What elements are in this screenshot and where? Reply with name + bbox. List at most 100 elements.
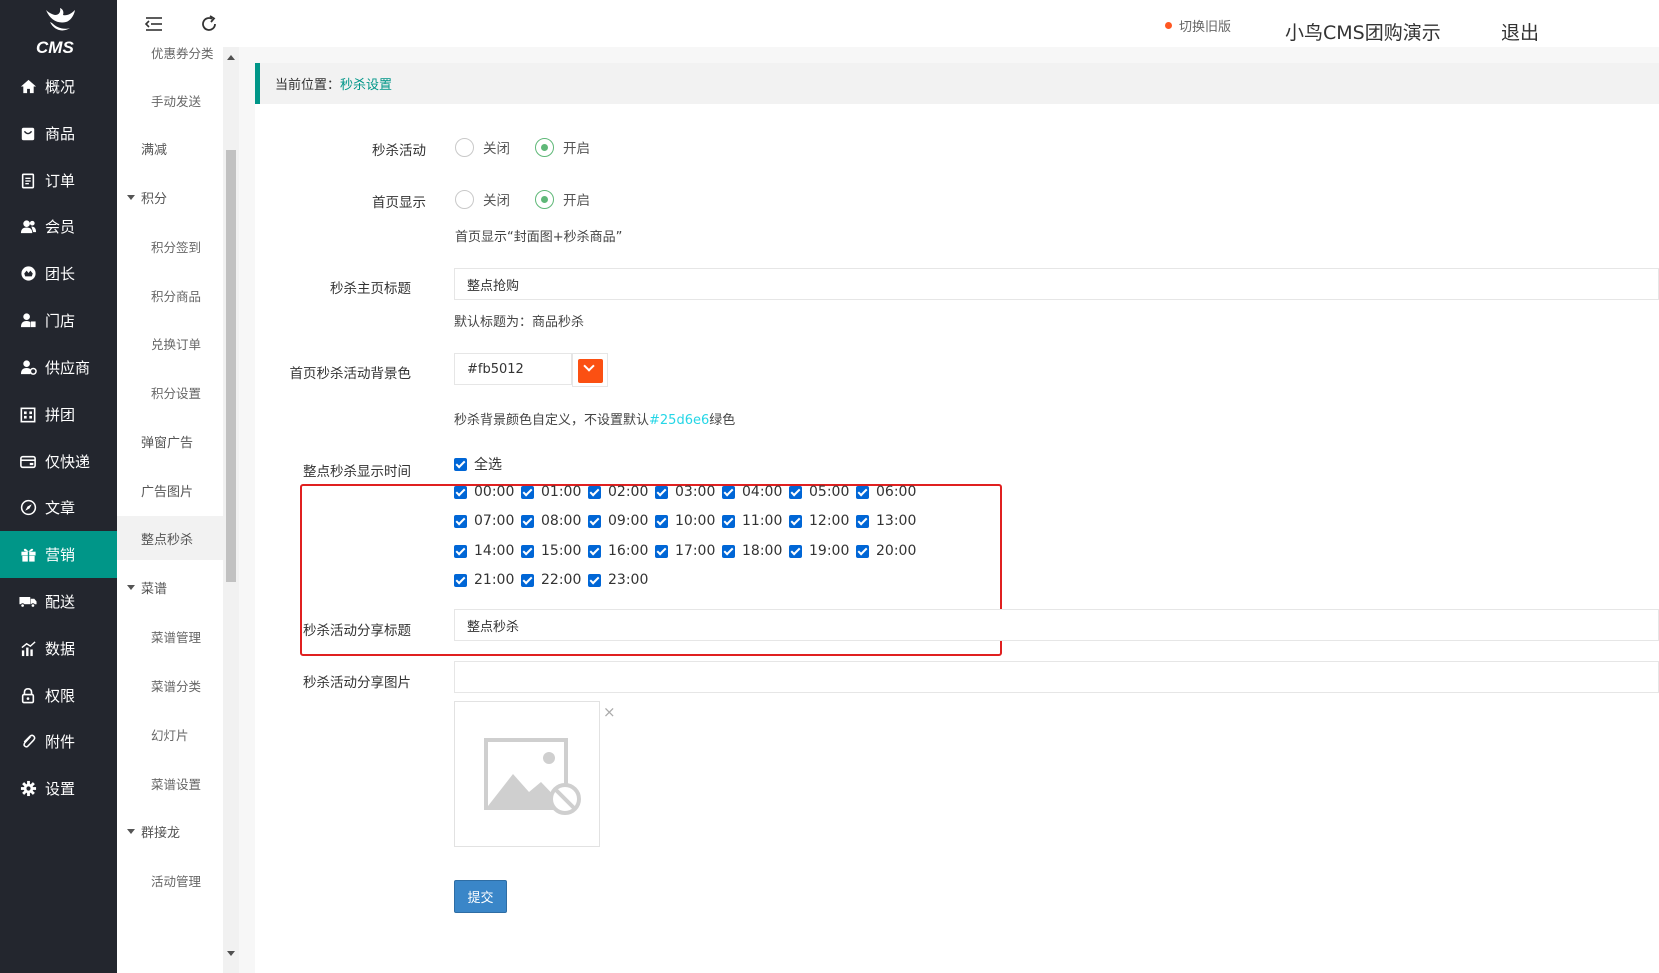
time-checkbox[interactable]: 00:00 [454,484,514,500]
subnav-item-6[interactable]: 兑换订单 [117,321,223,365]
scroll-up-icon[interactable] [227,55,235,60]
time-checkbox[interactable]: 02:00 [588,484,648,500]
checkbox-checked [856,485,869,499]
subnav-item-11[interactable]: 菜谱 [117,565,223,609]
time-checkbox[interactable]: 10:00 [655,513,715,529]
subnav-item-7[interactable]: 积分设置 [117,370,223,414]
subnav-item-1[interactable]: 手动发送 [117,78,223,122]
sidebar-item-7[interactable]: 拼团 [0,391,117,438]
sidebar-item-11[interactable]: 配送 [0,578,117,625]
home-display-on-radio[interactable]: 开启 [535,189,590,209]
subnav-item-12[interactable]: 菜谱管理 [117,614,223,658]
main-sidebar: CMS 概况 商品 订单 会员 团长 门店 供应商 拼团 仅快递 文章 营销 配送 数据 权限 附件 设置 [0,0,117,973]
sidebar-item-label: 会员 [45,218,76,236]
breadcrumb-current[interactable]: 秒杀设置 [340,74,392,93]
subnav-item-label: 手动发送 [151,93,202,109]
menu-toggle-icon[interactable] [144,14,164,34]
subnav-item-15[interactable]: 菜谱设置 [117,761,223,805]
time-checkbox[interactable]: 01:00 [521,484,581,500]
sidebar-item-15[interactable]: 设置 [0,765,117,812]
time-checkbox[interactable]: 19:00 [789,543,849,559]
time-checkbox[interactable]: 03:00 [655,484,715,500]
time-checkbox[interactable]: 20:00 [856,543,916,559]
sidebar-item-4[interactable]: 团长 [0,250,117,297]
switch-old-version-link[interactable]: 切换旧版 [1165,16,1231,35]
home-title-input[interactable]: 整点抢购 [454,268,1659,300]
sidebar-item-8[interactable]: 仅快递 [0,438,117,485]
time-checkbox[interactable]: 08:00 [521,513,581,529]
subnav-item-label: 积分签到 [151,239,202,255]
checkbox-label: 全选 [474,457,502,473]
sidebar-item-6[interactable]: 供应商 [0,344,117,391]
checkbox-checked [655,514,668,528]
seckill-off-radio[interactable]: 关闭 [455,137,510,157]
submit-button[interactable]: 提交 [454,880,507,913]
product-icon [19,125,37,143]
home-display-off-radio[interactable]: 关闭 [455,189,510,209]
time-checkbox[interactable]: 18:00 [722,543,782,559]
time-checkbox[interactable]: 04:00 [722,484,782,500]
subnav-item-17[interactable]: 活动管理 [117,858,223,902]
time-checkbox[interactable]: 11:00 [722,513,782,529]
time-checkbox[interactable]: 14:00 [454,543,514,559]
time-checkbox[interactable]: 17:00 [655,543,715,559]
chart-icon [19,640,37,658]
subnav-scrollbar[interactable] [223,47,239,973]
select-all-checkbox[interactable]: 全选 [454,454,502,474]
subnav-item-3[interactable]: 积分 [117,175,223,219]
subnav-item-13[interactable]: 菜谱分类 [117,663,223,707]
share-image-input[interactable] [454,661,1659,693]
subnav-item-9[interactable]: 广告图片 [117,468,223,512]
sidebar-item-2[interactable]: 订单 [0,157,117,204]
site-name[interactable]: 小鸟CMS团购演示 [1285,18,1441,45]
sidebar-item-14[interactable]: 附件 [0,718,117,765]
sidebar-item-0[interactable]: 概况 [0,63,117,110]
subnav-item-14[interactable]: 幻灯片 [117,712,223,756]
refresh-icon[interactable] [199,14,219,34]
time-checkbox[interactable]: 09:00 [588,513,648,529]
time-checkbox[interactable]: 23:00 [588,572,648,588]
checkbox-checked [521,544,534,558]
time-checkbox[interactable]: 05:00 [789,484,849,500]
sidebar-item-label: 配送 [45,593,76,611]
time-checkbox[interactable]: 22:00 [521,572,581,588]
time-checkbox[interactable]: 13:00 [856,513,916,529]
time-label: 05:00 [809,484,850,500]
remove-image-icon[interactable]: × [603,703,616,721]
subnav-item-10[interactable]: 整点秒杀 [117,516,223,560]
subnav-item-16[interactable]: 群接龙 [117,809,223,853]
time-checkbox[interactable]: 07:00 [454,513,514,529]
time-checkbox[interactable]: 16:00 [588,543,648,559]
time-label: 13:00 [876,513,917,529]
time-label: 03:00 [675,484,716,500]
order-icon [19,172,37,190]
logout-button[interactable]: 退出 [1501,18,1539,45]
subnav-item-2[interactable]: 满减 [117,126,223,170]
time-checkbox[interactable]: 06:00 [856,484,916,500]
sidebar-item-5[interactable]: 门店 [0,297,117,344]
subnav-item-8[interactable]: 弹窗广告 [117,419,223,463]
image-upload-box[interactable] [454,701,600,847]
sidebar-item-3[interactable]: 会员 [0,203,117,250]
sidebar-item-1[interactable]: 商品 [0,110,117,157]
checkbox-checked [789,514,802,528]
bg-color-input[interactable]: #fb5012 [454,353,572,385]
subnav-item-4[interactable]: 积分签到 [117,224,223,268]
sidebar-item-13[interactable]: 权限 [0,672,117,719]
sidebar-item-10[interactable]: 营销 [0,531,117,578]
share-image-label: 秒杀活动分享图片 [303,675,411,691]
time-checkbox[interactable]: 21:00 [454,572,514,588]
radio-circle [455,137,474,157]
time-checkbox[interactable]: 15:00 [521,543,581,559]
sidebar-item-9[interactable]: 文章 [0,484,117,531]
sidebar-item-12[interactable]: 数据 [0,625,117,672]
time-checkbox[interactable]: 12:00 [789,513,849,529]
subnav-item-5[interactable]: 积分商品 [117,273,223,317]
time-label: 17:00 [675,543,716,559]
scroll-down-icon[interactable] [227,951,235,956]
seckill-on-radio[interactable]: 开启 [535,137,590,157]
checkbox-checked [454,457,467,471]
color-picker-button[interactable] [572,353,608,387]
share-title-input[interactable]: 整点秒杀 [454,609,1659,641]
hint-text: 秒杀背景颜色自定义，不设置默认 [454,413,650,428]
